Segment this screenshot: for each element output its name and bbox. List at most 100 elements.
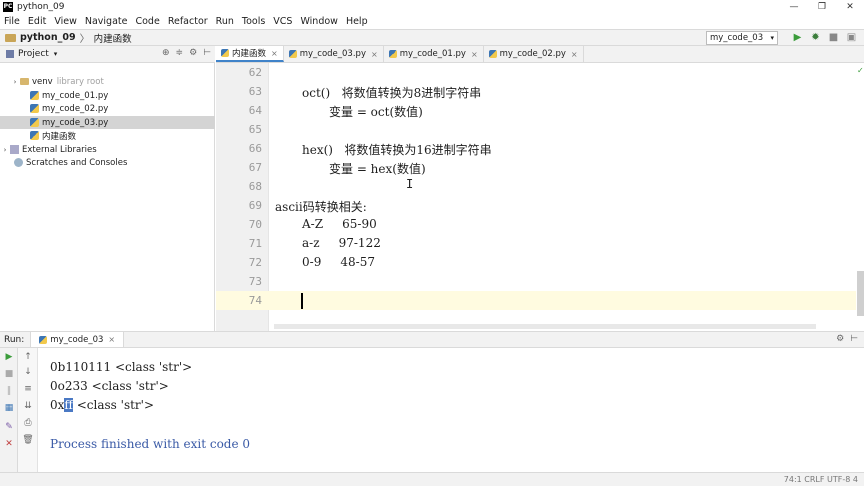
trash-icon[interactable]: 🗑 — [22, 434, 34, 446]
code-text: ascii码转换相关: — [275, 200, 367, 214]
tab-builtin-functions[interactable]: 内建函数 × — [216, 46, 284, 62]
code-line[interactable]: 64 变量 = oct(数值) — [216, 101, 856, 120]
pin-icon[interactable]: ✎ — [3, 421, 15, 433]
project-panel-tools: ⊕ ≑ ⚙ ⊢ — [162, 48, 211, 58]
tree-item-venv[interactable]: › venv library root — [0, 75, 215, 88]
code-text: A-Z 65-90 — [302, 217, 377, 231]
tree-item-my-code-02[interactable]: my_code_02.py — [0, 102, 215, 115]
restore-button[interactable]: ❐ — [808, 0, 836, 14]
close-icon[interactable]: × — [271, 49, 278, 58]
close-icon[interactable]: × — [371, 50, 378, 59]
tree-item-scratches[interactable]: Scratches and Consoles — [0, 156, 215, 169]
code-line[interactable]: 70 A-Z 65-90 — [216, 215, 856, 234]
code-line[interactable]: 63 oct() 将数值转换为8进制字符串 — [216, 82, 856, 101]
project-panel-title[interactable]: Project — [18, 49, 49, 59]
status-info: 74:1 CRLF UTF-8 4 — [783, 475, 858, 484]
menu-code[interactable]: Code — [131, 16, 163, 27]
menu-vcs[interactable]: VCS — [269, 16, 296, 27]
code-line[interactable]: 65 — [216, 120, 856, 139]
tab-my-code-03[interactable]: my_code_03.py × — [284, 46, 384, 62]
soft-wrap-icon[interactable]: ≡ — [22, 383, 34, 395]
run-icon[interactable]: ▶ — [791, 31, 804, 44]
console-line: 0xff <class 'str'> — [50, 398, 154, 412]
tree-item-builtin-functions[interactable]: 内建函数 — [0, 129, 215, 142]
chevron-right-icon[interactable]: › — [0, 146, 10, 154]
mouse-ibeam-cursor-icon: I — [406, 177, 414, 191]
close-button[interactable]: ✕ — [836, 0, 864, 14]
arrow-down-icon[interactable]: ↓ — [22, 366, 34, 378]
menu-refactor[interactable]: Refactor — [164, 16, 212, 27]
menu-edit[interactable]: Edit — [24, 16, 50, 27]
tree-item-external-libraries[interactable]: › External Libraries — [0, 143, 215, 156]
code-line[interactable]: 68 — [216, 177, 856, 196]
rerun-icon[interactable]: ▶ — [3, 351, 15, 363]
print-icon[interactable]: ⎙ — [22, 417, 34, 429]
line-number: 64 — [248, 104, 262, 117]
python-file-icon — [221, 49, 229, 57]
horizontal-scrollbar[interactable] — [274, 324, 816, 329]
run-console[interactable]: 0b110111 <class 'str'> 0o233 <class 'str… — [38, 348, 864, 472]
chevron-right-icon[interactable]: › — [10, 78, 20, 86]
code-line[interactable]: 69 ascii码转换相关: — [216, 196, 856, 215]
code-editor[interactable]: 62 63 oct() 将数值转换为8进制字符串 64 变量 = oct(数值) 65 66… — [216, 63, 864, 331]
code-line[interactable]: 62 — [216, 63, 856, 82]
breadcrumb-file[interactable]: 内建函数 — [94, 31, 132, 45]
pause-icon[interactable]: ‖ — [3, 385, 15, 397]
close-icon[interactable]: × — [571, 50, 578, 59]
gear-icon[interactable]: ⚙ — [189, 48, 197, 58]
tab-my-code-02[interactable]: my_code_02.py × — [484, 46, 584, 62]
menu-help[interactable]: Help — [342, 16, 372, 27]
python-file-icon — [30, 91, 39, 100]
close-icon[interactable]: × — [108, 335, 115, 344]
menu-tools[interactable]: Tools — [238, 16, 269, 27]
python-file-icon — [30, 131, 39, 140]
close-icon[interactable]: × — [471, 50, 478, 59]
tree-item-my-code-03[interactable]: my_code_03.py — [0, 116, 215, 129]
debug-icon[interactable]: ✹ — [809, 31, 822, 44]
close-icon[interactable]: ✕ — [3, 438, 15, 450]
code-line[interactable]: 66 hex() 将数值转换为16进制字符串 — [216, 139, 856, 158]
text-caret — [301, 293, 303, 309]
stop-icon[interactable]: ■ — [827, 31, 840, 44]
code-text: a-z 97-122 — [302, 236, 381, 250]
layout-icon[interactable]: ▦ — [3, 402, 15, 414]
code-line[interactable]: 74 — [216, 291, 856, 310]
tree-item-my-code-01[interactable]: my_code_01.py — [0, 89, 215, 102]
console-line: 0b110111 <class 'str'> — [50, 360, 193, 374]
code-line[interactable]: 71 a-z 97-122 — [216, 234, 856, 253]
run-tab-label: my_code_03 — [50, 334, 104, 345]
project-tree: › venv library root my_code_01.py my_cod… — [0, 63, 215, 331]
hide-icon[interactable]: ⊢ — [203, 48, 211, 58]
code-line[interactable]: 67 变量 = hex(数值) — [216, 158, 856, 177]
search-everywhere-icon[interactable]: ▣ — [845, 31, 858, 44]
hide-icon[interactable]: ⊢ — [850, 334, 858, 344]
vertical-scrollbar[interactable] — [857, 271, 864, 316]
code-text: hex() 将数值转换为16进制字符串 — [302, 143, 492, 157]
tab-my-code-01[interactable]: my_code_01.py × — [384, 46, 484, 62]
menu-view[interactable]: View — [50, 16, 81, 27]
run-tab-my-code-03[interactable]: my_code_03 × — [30, 332, 125, 347]
code-line[interactable]: 72 0-9 48-57 — [216, 253, 856, 272]
collapse-icon[interactable]: ≑ — [176, 48, 184, 58]
menu-run[interactable]: Run — [212, 16, 238, 27]
line-number: 65 — [248, 123, 262, 136]
tab-label: 内建函数 — [232, 49, 267, 59]
locate-icon[interactable]: ⊕ — [162, 48, 170, 58]
arrow-up-icon[interactable]: ↑ — [22, 351, 34, 363]
tree-item-label: Scratches and Consoles — [26, 157, 128, 168]
breadcrumb-project[interactable]: python_09 — [20, 32, 76, 43]
stop-icon[interactable]: ■ — [3, 368, 15, 380]
minimize-button[interactable]: — — [780, 0, 808, 14]
run-configuration-select[interactable]: my_code_03 ▾ — [706, 31, 778, 45]
tree-item-label: 内建函数 — [42, 131, 77, 142]
menu-file[interactable]: File — [0, 16, 24, 27]
code-line[interactable]: 73 — [216, 272, 856, 291]
status-bar: 74:1 CRLF UTF-8 4 — [0, 472, 864, 486]
chevron-down-icon[interactable]: ▾ — [54, 50, 58, 58]
gear-icon[interactable]: ⚙ — [836, 334, 844, 344]
scroll-to-end-icon[interactable]: ⇊ — [22, 400, 34, 412]
line-number: 62 — [248, 66, 262, 79]
menu-navigate[interactable]: Navigate — [81, 16, 132, 27]
window-title: python_09 — [17, 2, 65, 12]
menu-window[interactable]: Window — [296, 16, 341, 27]
